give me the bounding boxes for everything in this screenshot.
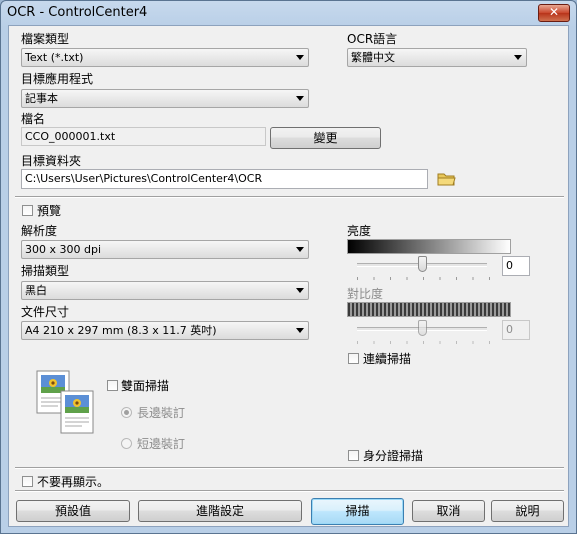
chevron-down-icon [296, 55, 304, 60]
target-folder-field[interactable]: C:\Users\User\Pictures\ControlCenter4\OC… [21, 169, 428, 189]
continuous-scan-checkbox[interactable] [348, 353, 359, 364]
document-size-select[interactable]: A4 210 x 297 mm (8.3 x 11.7 英吋) [21, 321, 309, 340]
window-title: OCR - ControlCenter4 [7, 5, 148, 20]
brightness-gradient-bar [347, 239, 511, 254]
title-bar[interactable]: OCR - ControlCenter4 ✕ [1, 1, 576, 26]
duplex-document-illustration [36, 370, 96, 436]
target-app-value: 記事本 [25, 92, 58, 105]
id-card-scan-checkbox[interactable] [348, 450, 359, 461]
contrast-slider-thumb [417, 320, 427, 336]
file-name-field: CCO_000001.txt [21, 127, 266, 146]
preview-checkbox[interactable] [22, 205, 33, 216]
folder-icon[interactable] [437, 171, 457, 187]
short-edge-binding-radio [121, 438, 132, 449]
separator [15, 490, 564, 492]
scan-type-label: 掃描類型 [21, 264, 70, 278]
file-type-label: 檔案類型 [21, 32, 70, 46]
duplex-scan-checkbox[interactable] [107, 380, 118, 391]
advanced-settings-button[interactable]: 進階設定 [138, 500, 302, 522]
id-card-scan-label: 身分證掃描 [363, 449, 424, 463]
chevron-down-icon [296, 247, 304, 252]
separator [15, 467, 564, 469]
long-edge-binding-label: 長邊裝訂 [137, 406, 186, 420]
continuous-scan-label: 連續掃描 [363, 352, 412, 366]
change-filename-button[interactable]: 變更 [270, 127, 381, 149]
resolution-value: 300 x 300 dpi [25, 243, 102, 256]
target-app-select[interactable]: 記事本 [21, 89, 309, 108]
target-folder-label: 目標資料夾 [21, 154, 82, 168]
dont-show-again-checkbox[interactable] [22, 476, 33, 487]
duplex-scan-label: 雙面掃描 [121, 379, 170, 393]
dont-show-again-label: 不要再顯示。 [37, 475, 110, 489]
brightness-slider-ticks [357, 277, 491, 280]
file-name-label: 檔名 [21, 112, 46, 126]
chevron-down-icon [296, 288, 304, 293]
dialog-content: 檔案類型 Text (*.txt) OCR語言 繁體中文 目標應用程式 記事本 … [8, 25, 569, 527]
file-type-select[interactable]: Text (*.txt) [21, 48, 309, 67]
contrast-pattern-bar [347, 302, 511, 317]
short-edge-binding-label: 短邊裝訂 [137, 437, 186, 451]
ocr-language-value: 繁體中文 [351, 51, 395, 64]
brightness-label: 亮度 [347, 224, 372, 238]
scan-type-select[interactable]: 黑白 [21, 281, 309, 300]
brightness-value-field[interactable]: 0 [502, 256, 530, 276]
scan-button[interactable]: 掃描 [311, 498, 404, 525]
contrast-slider-ticks [357, 341, 491, 344]
ocr-language-select[interactable]: 繁體中文 [347, 48, 527, 67]
file-type-value: Text (*.txt) [25, 51, 84, 64]
preview-label: 預覽 [37, 204, 62, 218]
document-size-label: 文件尺寸 [21, 305, 70, 319]
resolution-label: 解析度 [21, 224, 58, 238]
ocr-language-label: OCR語言 [347, 32, 398, 46]
target-app-label: 目標應用程式 [21, 72, 94, 86]
scan-type-value: 黑白 [25, 284, 47, 297]
separator [15, 196, 564, 198]
help-button[interactable]: 說明 [491, 500, 564, 522]
long-edge-binding-radio [121, 407, 132, 418]
default-settings-button[interactable]: 預設值 [16, 500, 130, 522]
contrast-value-field: 0 [502, 320, 530, 340]
chevron-down-icon [514, 55, 522, 60]
document-size-value: A4 210 x 297 mm (8.3 x 11.7 英吋) [25, 324, 217, 337]
contrast-label: 對比度 [347, 287, 384, 301]
brightness-slider-thumb[interactable] [417, 256, 427, 272]
close-button[interactable]: ✕ [538, 4, 570, 22]
ocr-dialog-window: OCR - ControlCenter4 ✕ 檔案類型 Text (*.txt)… [0, 0, 577, 534]
chevron-down-icon [296, 96, 304, 101]
resolution-select[interactable]: 300 x 300 dpi [21, 240, 309, 259]
chevron-down-icon [296, 328, 304, 333]
cancel-button[interactable]: 取消 [412, 500, 485, 522]
